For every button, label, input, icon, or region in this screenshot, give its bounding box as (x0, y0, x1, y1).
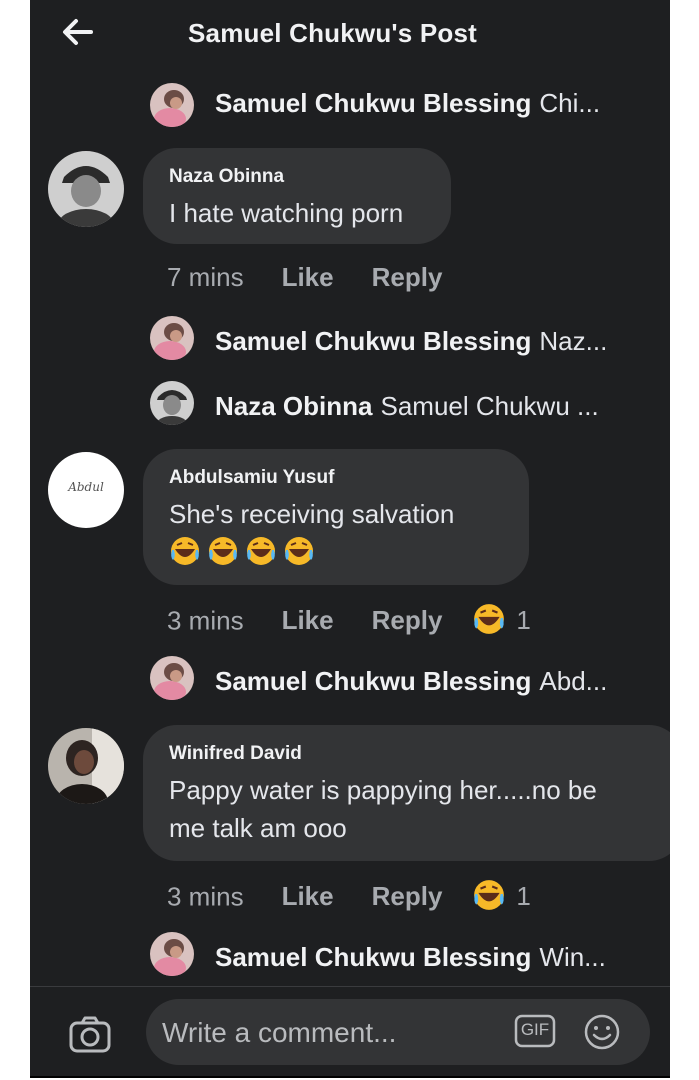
comment-actions: 7 mins Like Reply (167, 262, 442, 293)
profile-photo-icon (150, 83, 194, 127)
avatar-logo-text: Abdul (68, 480, 104, 494)
profile-photo-icon (150, 381, 194, 425)
reply-preview[interactable]: Samuel Chukwu Blessing Abd... (215, 666, 607, 697)
comment-text: I hate watching porn (169, 198, 404, 228)
avatar[interactable] (150, 316, 194, 360)
comment-bubble[interactable]: Abdulsamiu Yusuf She's receiving salvati… (143, 449, 529, 585)
reply-author: Naza Obinna (215, 391, 373, 421)
gif-button[interactable]: GIF (514, 1014, 556, 1048)
reply-button[interactable]: Reply (372, 881, 443, 911)
avatar[interactable] (150, 656, 194, 700)
avatar[interactable] (150, 381, 194, 425)
header-bar: Samuel Chukwu's Post (30, 0, 670, 70)
comment-text-line-2: me talk am ooo (169, 813, 347, 843)
profile-photo-icon (150, 656, 194, 700)
laughing-reaction-icon[interactable] (472, 602, 506, 643)
laughing-reaction-icon[interactable] (472, 878, 506, 919)
avatar[interactable]: Abdul (48, 452, 124, 528)
smiley-icon[interactable] (583, 1013, 621, 1051)
reply-button[interactable]: Reply (372, 605, 443, 635)
avatar[interactable] (150, 932, 194, 976)
reply-preview[interactable]: Samuel Chukwu Blessing Naz... (215, 326, 607, 357)
reply-snippet: Win... (539, 942, 606, 972)
comment-time: 3 mins (167, 605, 244, 636)
camera-icon[interactable] (68, 1015, 112, 1055)
comment-actions: 3 mins Like Reply 1 (167, 602, 531, 643)
reply-author: Samuel Chukwu Blessing (215, 88, 532, 118)
reply-author: Samuel Chukwu Blessing (215, 942, 532, 972)
comment-time: 7 mins (167, 262, 244, 292)
reply-snippet: Abd... (539, 666, 608, 696)
reply-preview[interactable]: Samuel Chukwu Blessing Chi... (215, 88, 600, 119)
arrow-left-icon (63, 19, 93, 45)
reply-button[interactable]: Reply (372, 262, 443, 292)
like-button[interactable]: Like (282, 605, 334, 635)
back-button[interactable] (60, 14, 96, 50)
profile-photo-icon (150, 932, 194, 976)
like-button[interactable]: Like (282, 262, 334, 292)
profile-photo-icon (150, 316, 194, 360)
comment-author[interactable]: Winifred David (169, 743, 657, 765)
reply-snippet: Chi... (539, 88, 601, 118)
reply-snippet: Samuel Chukwu ... (380, 391, 599, 421)
comment-emojis (169, 535, 503, 577)
comment-input[interactable] (160, 1007, 504, 1059)
avatar[interactable] (150, 83, 194, 127)
gif-label: GIF (520, 1020, 550, 1039)
comment-input-wrapper: GIF (146, 999, 650, 1065)
reply-author: Samuel Chukwu Blessing (215, 326, 532, 356)
like-button[interactable]: Like (282, 881, 334, 911)
comment-actions: 3 mins Like Reply 1 (167, 878, 531, 919)
comment-text-line-1: Pappy water is pappying her.....no be (169, 775, 597, 805)
reply-preview[interactable]: Naza Obinna Samuel Chukwu ... (215, 391, 599, 422)
comment-author[interactable]: Naza Obinna (169, 166, 425, 188)
avatar[interactable] (48, 151, 124, 227)
reply-snippet: Naz... (539, 326, 608, 356)
avatar[interactable] (48, 728, 124, 804)
comment-bubble[interactable]: Winifred David Pappy water is pappying h… (143, 725, 670, 861)
comment-text: She's receiving salvation (169, 499, 455, 529)
profile-photo-icon (48, 728, 124, 804)
comment-time: 3 mins (167, 881, 244, 912)
comment-bubble[interactable]: Naza Obinna I hate watching porn (143, 148, 451, 244)
reaction-count: 1 (516, 881, 531, 912)
comment-composer: GIF (30, 986, 670, 1078)
laughing-emoji-icon (171, 536, 314, 566)
reply-author: Samuel Chukwu Blessing (215, 666, 532, 696)
reaction-count: 1 (516, 605, 531, 636)
page-title: Samuel Chukwu's Post (188, 18, 478, 48)
comment-author[interactable]: Abdulsamiu Yusuf (169, 467, 503, 489)
post-comments-screen: Samuel Chukwu's Post Samuel Chukwu Bless… (30, 0, 670, 1078)
reply-preview[interactable]: Samuel Chukwu Blessing Win... (215, 942, 606, 973)
profile-photo-icon (48, 151, 124, 227)
